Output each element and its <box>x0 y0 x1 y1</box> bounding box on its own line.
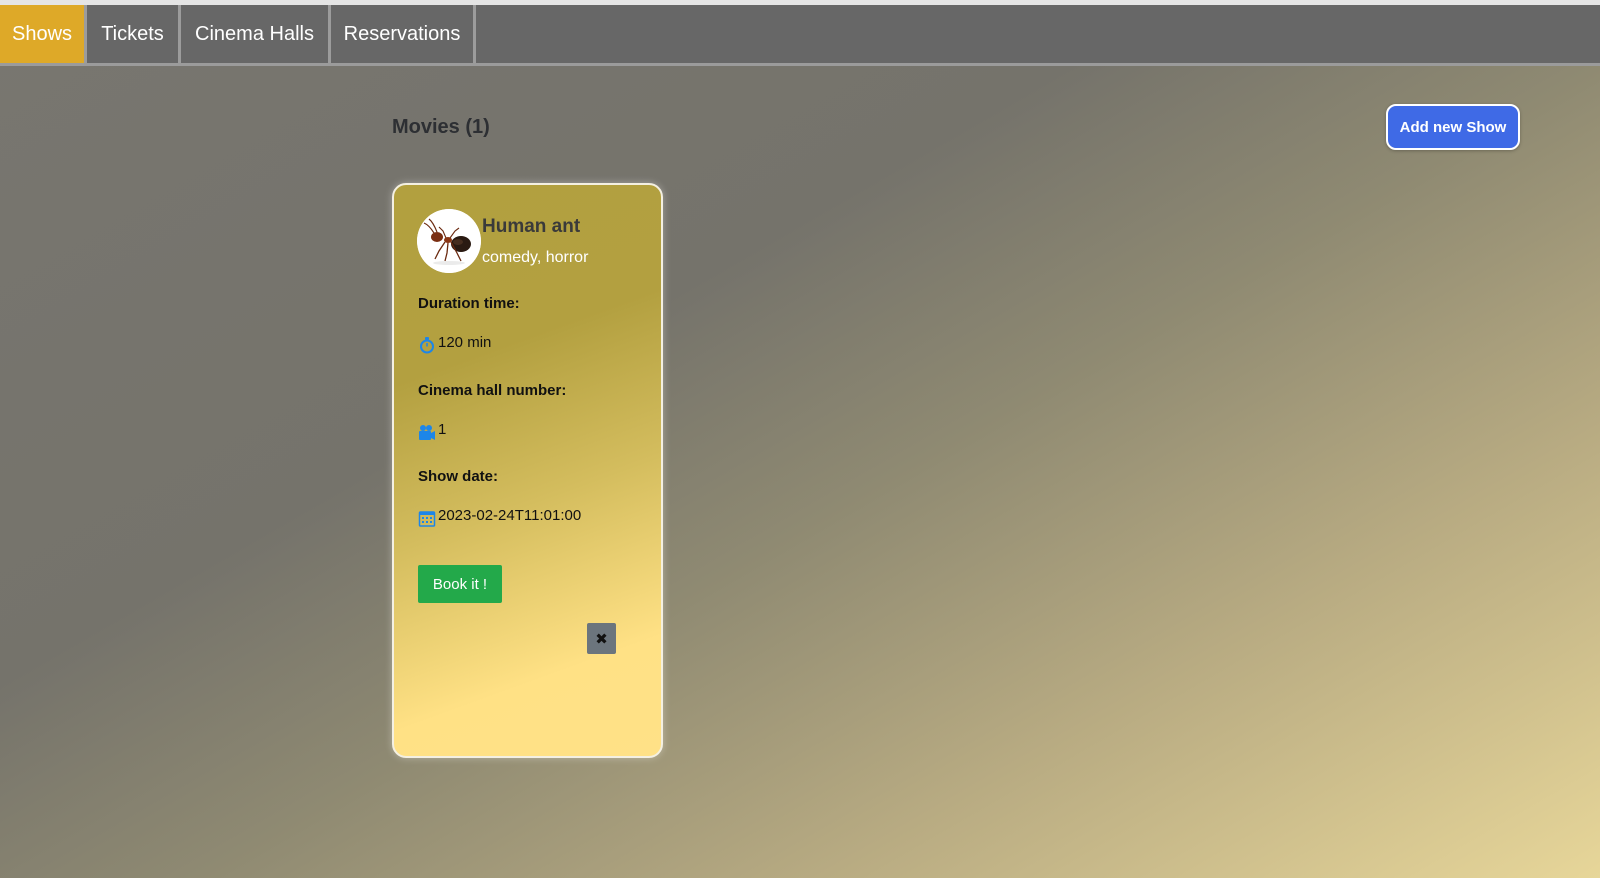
video-camera-icon <box>418 423 436 441</box>
top-navbar: Shows Tickets Cinema Halls Reservations <box>0 5 1600 66</box>
hall-label: Cinema hall number: <box>418 382 567 399</box>
tab-shows[interactable]: Shows <box>0 5 87 63</box>
show-date-value: 2023-02-24T11:01:00 <box>438 506 582 524</box>
ant-icon <box>417 209 481 273</box>
stopwatch-icon <box>418 336 436 354</box>
duration-label: Duration time: <box>418 295 520 312</box>
hall-row: 1 <box>418 420 447 441</box>
show-date-label: Show date: <box>418 468 499 485</box>
movie-title: Human ant <box>482 216 581 237</box>
delete-show-button[interactable]: ✖ <box>587 623 616 654</box>
tab-cinema-halls[interactable]: Cinema Halls <box>181 5 331 63</box>
add-new-show-button[interactable]: Add new Show <box>1386 104 1520 150</box>
duration-row: 120 min <box>418 333 492 354</box>
show-date-row: 2023-02-24T11:01:00 <box>418 506 582 527</box>
hall-value: 1 <box>438 420 447 438</box>
tab-tickets[interactable]: Tickets <box>87 5 181 63</box>
movie-genres: comedy, horror <box>482 249 589 266</box>
duration-value: 120 min <box>438 333 492 351</box>
movie-card: Human ant comedy, horror Duration time: … <box>392 183 663 758</box>
book-button[interactable]: Book it ! <box>418 565 502 603</box>
calendar-icon <box>418 509 436 527</box>
page-title: Movies (1) <box>392 116 490 138</box>
movie-poster-avatar <box>417 209 481 273</box>
close-icon: ✖ <box>595 630 608 648</box>
tab-reservations[interactable]: Reservations <box>331 5 476 63</box>
